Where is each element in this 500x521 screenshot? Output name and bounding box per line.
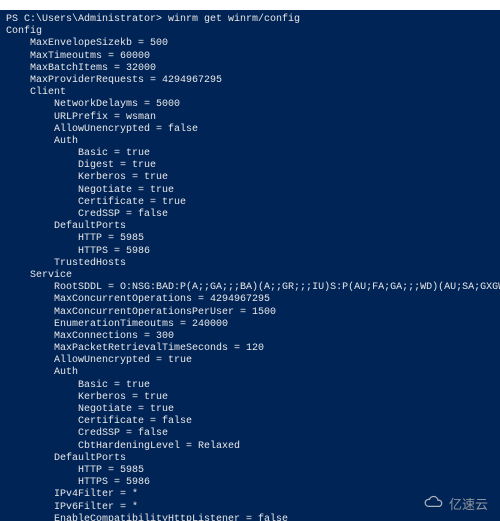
- client-auth-kerberos: true: [144, 172, 168, 183]
- client-auth-basic: true: [126, 148, 150, 159]
- maxproviderrequests: 4294967295: [162, 75, 222, 86]
- powershell-terminal[interactable]: PS C:\Users\Administrator> winrm get win…: [0, 10, 500, 521]
- service-auth-basic: true: [126, 380, 150, 391]
- maxbatchitems: 32000: [126, 63, 156, 74]
- maxconnections: 300: [156, 331, 174, 342]
- client-auth-digest: true: [132, 160, 156, 171]
- maxpacketretrieval: 120: [246, 343, 264, 354]
- cloud-icon: [423, 495, 445, 512]
- command-text: winrm get winrm/config: [168, 14, 300, 25]
- maxenvelopesizekb: 500: [150, 38, 168, 49]
- enablecompathttp: false: [258, 514, 288, 521]
- enumtimeoutms: 240000: [192, 319, 228, 330]
- networkdelayms: 5000: [156, 99, 180, 110]
- client-auth-certificate: true: [162, 197, 186, 208]
- maxtimeoutms: 60000: [120, 51, 150, 62]
- service-port-http: 5985: [120, 465, 144, 476]
- watermark-text: 亿速云: [449, 494, 488, 513]
- ipv4filter: *: [132, 489, 138, 500]
- client-auth-credssp: false: [138, 209, 168, 220]
- service-auth-kerberos: true: [144, 392, 168, 403]
- service-auth-negotiate: true: [150, 404, 174, 415]
- client-port-http: 5985: [120, 233, 144, 244]
- client-port-https: 5986: [126, 246, 150, 257]
- cbthardeninglevel: Relaxed: [198, 441, 240, 452]
- rootsddl: O:NSG:BAD:P(A;;GA;;;BA)(A;;GR;;;IU)S:P(A…: [120, 282, 500, 293]
- service-auth-certificate: false: [162, 416, 192, 427]
- service-auth-credssp: false: [138, 428, 168, 439]
- maxconcurrentops: 4294967295: [210, 294, 270, 305]
- service-port-https: 5986: [126, 477, 150, 488]
- maxconcurrentopsperuser: 1500: [252, 307, 276, 318]
- watermark-badge: 亿速云: [423, 494, 488, 513]
- urlprefix: wsman: [126, 112, 156, 123]
- client-auth-negotiate: true: [150, 185, 174, 196]
- output-root: Config: [6, 26, 42, 37]
- ps-prompt: PS C:\Users\Administrator>: [6, 14, 168, 25]
- client-allowunencrypted: false: [168, 124, 198, 135]
- service-allowunencrypted: true: [168, 355, 192, 366]
